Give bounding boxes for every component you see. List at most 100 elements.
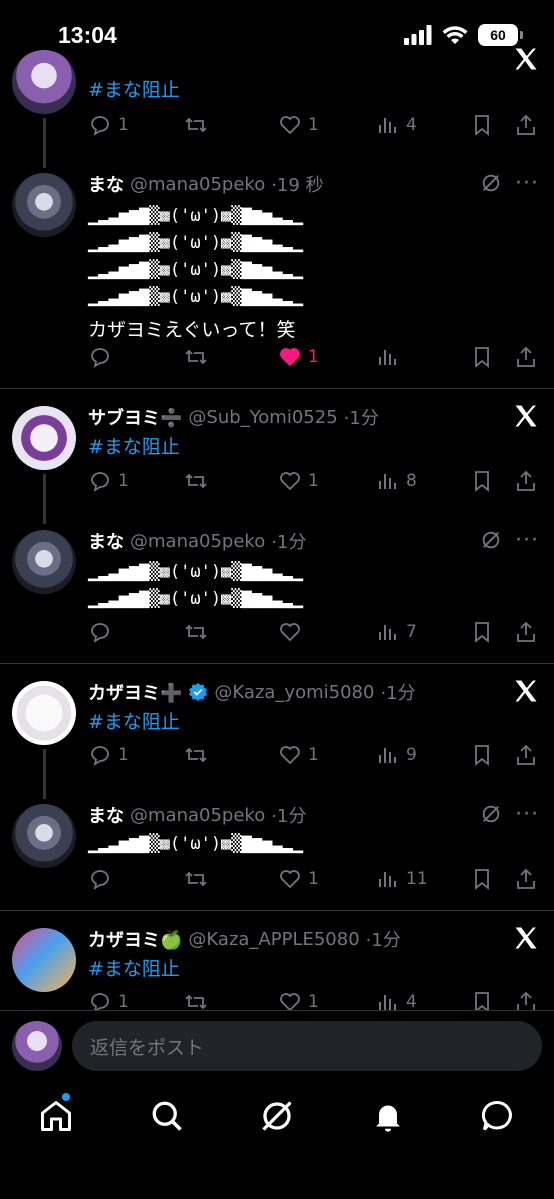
post-kaza[interactable]: カザヨミ➕ @Kaza_yomi5080 ·1分 #まな阻止 1 1 9	[0, 675, 554, 799]
post-mana-3[interactable]: まな @mana05peko ·1分 ··· ▁▂▃▅▆▇▒▩('ω')▩▒▇▆…	[0, 800, 554, 910]
more-icon[interactable]: ···	[514, 173, 540, 203]
avatar[interactable]	[12, 406, 76, 470]
like-button[interactable]: 1	[278, 867, 319, 891]
reply-icon	[91, 348, 109, 368]
retweet-button[interactable]	[184, 743, 214, 767]
post-top[interactable]: #まな阻止 1 1 4	[0, 0, 554, 168]
handle[interactable]: @mana05peko	[130, 174, 265, 195]
like-button[interactable]	[278, 620, 308, 644]
views-button[interactable]: 8	[376, 469, 417, 493]
retweet-button[interactable]	[184, 990, 214, 1010]
tab-search[interactable]	[149, 1098, 185, 1134]
views-button[interactable]	[376, 345, 406, 369]
hashtag[interactable]: #まな阻止	[88, 75, 180, 102]
retweet-button[interactable]	[184, 345, 214, 369]
more-icon[interactable]: ···	[514, 530, 540, 560]
like-button[interactable]: 1	[278, 469, 319, 493]
like-button[interactable]: 1	[278, 743, 319, 767]
hashtag[interactable]: #まな阻止	[88, 707, 180, 734]
post-mana-1[interactable]: まな @mana05peko ·19 秒 ··· ▁▂▃▅▆▇▒▩('ω')▩▒…	[0, 165, 554, 388]
bookmark-button[interactable]	[470, 469, 494, 493]
views-button[interactable]: 7	[376, 620, 417, 644]
avatar[interactable]	[12, 530, 76, 594]
reply-count: 1	[118, 745, 129, 765]
x-logo-icon[interactable]	[512, 402, 540, 430]
like-button[interactable]: 1	[278, 345, 319, 369]
display-name[interactable]: まな	[88, 528, 124, 554]
reply-button[interactable]	[88, 345, 118, 369]
x-logo-icon[interactable]	[512, 924, 540, 952]
tab-messages[interactable]	[480, 1098, 516, 1134]
post-mana-2[interactable]: まな @mana05peko ·1分 ··· ▁▂▃▅▆▇▒▩('ω')▩▒▇▆…	[0, 525, 554, 663]
reply-button[interactable]: 1	[88, 469, 129, 493]
views-button[interactable]: 4	[376, 990, 417, 1010]
reply-button[interactable]	[88, 620, 118, 644]
display-name[interactable]: まな	[88, 802, 124, 828]
reply-button[interactable]: 1	[88, 113, 129, 137]
handle[interactable]: @mana05peko	[130, 805, 265, 826]
bookmark-button[interactable]	[470, 345, 494, 369]
avatar[interactable]	[12, 928, 76, 992]
retweet-button[interactable]	[184, 867, 214, 891]
x-logo-icon[interactable]	[512, 677, 540, 705]
avatar[interactable]	[12, 50, 76, 114]
more-icon[interactable]: ···	[514, 804, 540, 834]
bookmark-button[interactable]	[470, 113, 494, 137]
retweet-button[interactable]	[184, 469, 214, 493]
like-button[interactable]: 1	[278, 113, 319, 137]
bookmark-button[interactable]	[470, 990, 494, 1010]
post-sabu[interactable]: サブヨミ➗ @Sub_Yomi0525 ·1分 #まな阻止 1 1 8	[0, 400, 554, 524]
display-name[interactable]: まな	[88, 171, 124, 197]
reply-button[interactable]: 1	[88, 990, 129, 1010]
display-name[interactable]: カザヨミ🍏	[88, 926, 182, 952]
share-button[interactable]	[514, 469, 538, 493]
post-header: サブヨミ➗ @Sub_Yomi0525 ·1分	[88, 404, 379, 430]
handle[interactable]: @Sub_Yomi0525	[188, 407, 337, 428]
post-apple[interactable]: カザヨミ🍏 @Kaza_APPLE5080 ·1分 #まな阻止 1 1 4	[0, 922, 554, 1010]
kaomoji-line: ▁▂▃▅▆▇▒▩('ω')▩▒▇▆▅▃▂▁	[88, 260, 303, 280]
views-button[interactable]: 11	[376, 867, 428, 891]
bookmark-button[interactable]	[470, 867, 494, 891]
retweet-button[interactable]	[184, 620, 214, 644]
grok-icon[interactable]	[480, 172, 502, 194]
share-button[interactable]	[514, 867, 538, 891]
reply-button[interactable]	[88, 867, 118, 891]
bookmark-button[interactable]	[470, 620, 494, 644]
hashtag[interactable]: #まな阻止	[88, 954, 180, 981]
avatar[interactable]	[12, 681, 76, 745]
tab-notifications[interactable]	[370, 1098, 406, 1134]
grok-icon[interactable]	[480, 529, 502, 551]
retweet-button[interactable]	[184, 113, 214, 137]
reply-button[interactable]: 1	[88, 743, 129, 767]
share-button[interactable]	[514, 990, 538, 1010]
share-icon	[517, 114, 535, 135]
display-name[interactable]: サブヨミ➗	[88, 404, 182, 430]
share-button[interactable]	[514, 345, 538, 369]
current-user-avatar[interactable]	[12, 1021, 62, 1071]
x-logo-icon[interactable]	[512, 45, 540, 73]
handle[interactable]: @Kaza_yomi5080	[214, 682, 374, 703]
divider	[0, 663, 554, 664]
reply-icon	[91, 472, 109, 492]
like-button[interactable]: 1	[278, 990, 319, 1010]
avatar[interactable]	[12, 173, 76, 237]
like-count: 1	[308, 347, 319, 367]
handle[interactable]: @mana05peko	[130, 531, 265, 552]
avatar[interactable]	[12, 804, 76, 868]
views-button[interactable]: 4	[376, 113, 417, 137]
reply-input[interactable]: 返信をポスト	[72, 1021, 542, 1071]
tab-grok[interactable]	[259, 1098, 295, 1134]
display-name[interactable]: カザヨミ➕	[88, 679, 182, 705]
thread-feed[interactable]: #まな阻止 1 1 4 まな @mana05peko ·19 秒 ··· ▁▂▃…	[0, 0, 554, 1010]
views-button[interactable]: 9	[376, 743, 417, 767]
handle[interactable]: @Kaza_APPLE5080	[188, 929, 359, 950]
post-actions: 1 1 8	[88, 469, 540, 495]
share-button[interactable]	[514, 113, 538, 137]
share-button[interactable]	[514, 743, 538, 767]
post-text: カザヨミえぐいって！笑	[88, 319, 296, 341]
hashtag[interactable]: #まな阻止	[88, 432, 180, 459]
grok-icon[interactable]	[480, 803, 502, 825]
share-button[interactable]	[514, 620, 538, 644]
bookmark-button[interactable]	[470, 743, 494, 767]
tab-home[interactable]	[38, 1098, 74, 1134]
